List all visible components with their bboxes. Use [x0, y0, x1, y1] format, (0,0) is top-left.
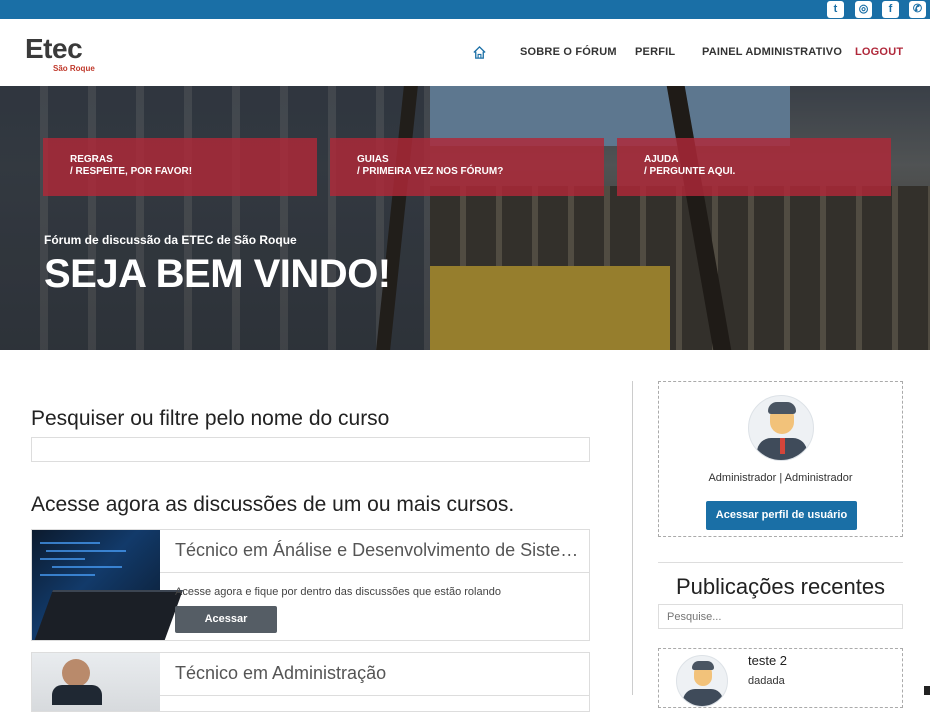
recent-posts-title: Publicações recentes — [675, 574, 886, 599]
course-search-input[interactable] — [31, 437, 590, 462]
course-card: Técnico em Administração — [31, 652, 590, 712]
recent-posts-search-input[interactable] — [658, 604, 903, 629]
courses-heading: Acesse agora as discussões de um ou mais… — [31, 493, 515, 516]
twitter-icon[interactable]: t — [827, 1, 844, 18]
course-thumbnail — [32, 653, 160, 711]
user-avatar — [748, 395, 814, 461]
hero-card-sublabel: / PRIMEIRA VEZ NOS FÓRUM? — [357, 166, 504, 177]
post-title[interactable]: teste 2 — [748, 653, 787, 668]
hero-card-regras[interactable]: REGRAS / RESPEITE, POR FAVOR! — [43, 138, 317, 196]
nav-perfil[interactable]: PERFIL — [635, 46, 675, 58]
hero-card-label: AJUDA — [644, 154, 679, 165]
site-header: Etec São Roque SOBRE O FÓRUM PERFIL PAIN… — [0, 19, 930, 86]
hero-subtitle: Fórum de discussão da ETEC de São Roque — [44, 233, 297, 247]
course-description: Acesse agora e fique por dentro das disc… — [175, 586, 501, 598]
profile-name: Administrador | Administrador — [708, 472, 853, 484]
hero-card-ajuda[interactable]: AJUDA / PERGUNTE AQUI. — [617, 138, 891, 196]
hero-title: SEJA BEM VINDO! — [44, 252, 391, 296]
hero-banner: REGRAS / RESPEITE, POR FAVOR! GUIAS / PR… — [0, 86, 930, 350]
instagram-icon[interactable]: ◎ — [855, 1, 872, 18]
course-title[interactable]: Técnico em Ánálise e Desenvolvimento de … — [175, 540, 585, 561]
search-heading: Pesquiser ou filtre pelo nome do curso — [31, 407, 390, 430]
sidebar-separator — [658, 562, 903, 563]
post-author-avatar — [676, 655, 728, 707]
scroll-indicator — [924, 686, 930, 695]
logo-subtitle: São Roque — [53, 64, 95, 73]
social-bar: t ◎ f ✆ — [0, 0, 930, 19]
facebook-icon[interactable]: f — [882, 1, 899, 18]
course-thumbnail — [32, 530, 183, 640]
hero-card-guias[interactable]: GUIAS / PRIMEIRA VEZ NOS FÓRUM? — [330, 138, 604, 196]
column-divider — [632, 381, 633, 695]
home-icon[interactable] — [472, 45, 487, 60]
etec-logo[interactable]: Etec — [25, 33, 83, 65]
hero-card-label: REGRAS — [70, 154, 113, 165]
hero-card-label: GUIAS — [357, 154, 389, 165]
nav-logout[interactable]: LOGOUT — [855, 46, 903, 58]
profile-access-button[interactable]: Acessar perfil de usuário — [706, 501, 857, 530]
post-excerpt: dadada — [748, 675, 785, 687]
hero-card-sublabel: / PERGUNTE AQUI. — [644, 166, 736, 177]
nav-sobre-forum[interactable]: SOBRE O FÓRUM — [520, 46, 617, 58]
whatsapp-icon[interactable]: ✆ — [909, 1, 926, 18]
access-course-button[interactable]: Acessar — [175, 606, 277, 633]
nav-painel-administrativo[interactable]: PAINEL ADMINISTRATIVO — [702, 46, 842, 58]
hero-card-sublabel: / RESPEITE, POR FAVOR! — [70, 166, 193, 177]
course-card: Técnico em Ánálise e Desenvolvimento de … — [31, 529, 590, 641]
course-title[interactable]: Técnico em Administração — [175, 663, 585, 684]
